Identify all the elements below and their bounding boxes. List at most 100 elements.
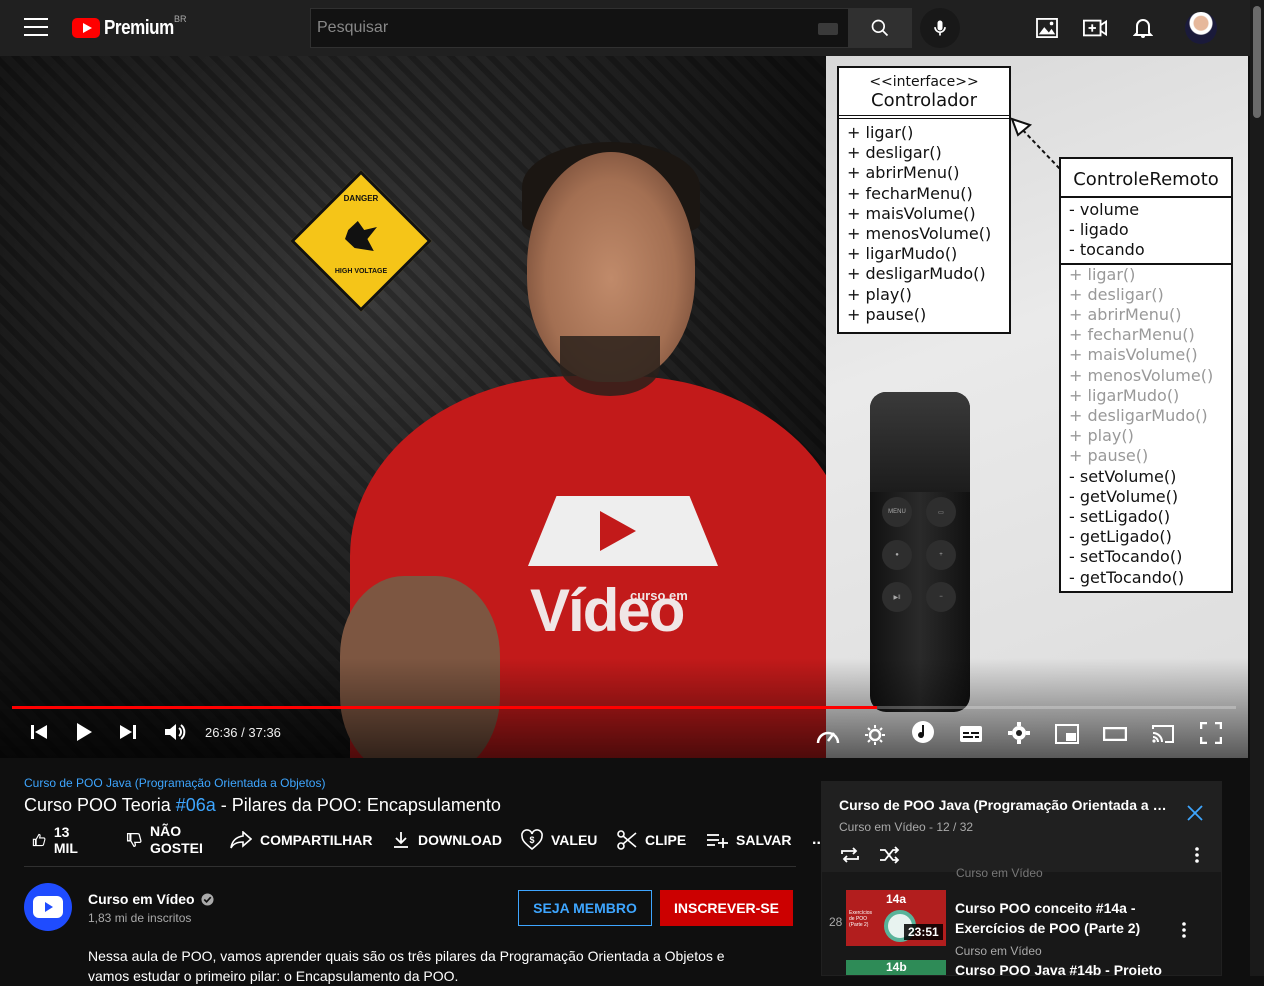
uml-class-methods: + ligar() + desligar() + abrirMenu() + fech… xyxy=(1061,265,1231,588)
playlist-panel: Curso de POO Java (Programação Orientada… xyxy=(821,781,1222,976)
uml-inherited-method: + desligarMudo() xyxy=(1069,406,1208,426)
uml-method: + maisVolume() xyxy=(847,203,976,223)
video-duration: 23:51 xyxy=(904,924,943,940)
volume-icon xyxy=(165,724,186,740)
theater-mode-button[interactable] xyxy=(1102,722,1128,746)
uml-inherited-method: + ligar() xyxy=(1069,264,1136,284)
uml-inherited-method: + ligarMudo() xyxy=(1069,385,1180,405)
cast-icon xyxy=(1152,725,1174,743)
theater-mode-icon xyxy=(1103,727,1127,741)
video-description[interactable]: Nessa aula de POO, vamos aprender quais … xyxy=(88,946,728,986)
dislike-button[interactable]: NÃO GOSTEI xyxy=(126,822,206,858)
playlist-item[interactable]: 28 14a Exercícios de POO (Parte 2) 23:51… xyxy=(822,890,1221,960)
loop-playlist-button[interactable] xyxy=(839,844,861,866)
shirt-brand-small-text: curso em xyxy=(630,588,688,603)
uml-class-box: ControleRemoto - volume - ligado - tocando… xyxy=(1059,157,1233,593)
remote-minus-icon: − xyxy=(926,582,956,612)
share-button[interactable]: COMPARTILHAR xyxy=(230,822,373,858)
previous-item-channel: Curso em Vídeo xyxy=(956,866,1043,880)
playlist-item-title: Curso POO Java #14b - Projeto xyxy=(955,962,1162,976)
uml-method: + ligarMudo() xyxy=(847,244,958,264)
download-icon xyxy=(394,832,408,848)
region-code: BR xyxy=(174,14,187,24)
remote-tv-icon: ▭ xyxy=(926,497,956,527)
sun-gear-icon xyxy=(865,725,885,745)
video-title: Curso POO Teoria #06a - Pilares da POO: … xyxy=(24,795,501,815)
hashtag-link[interactable]: #06a xyxy=(176,795,216,815)
uml-attribute: - ligado xyxy=(1069,220,1129,240)
playback-speed-button[interactable] xyxy=(814,723,842,747)
microphone-icon xyxy=(934,20,946,36)
menu-icon[interactable] xyxy=(24,18,48,38)
music-mode-button[interactable] xyxy=(910,720,936,744)
search-button[interactable] xyxy=(848,8,912,48)
progress-bar[interactable] xyxy=(12,706,1236,709)
playlist-panel-title[interactable]: Curso de POO Java (Programação Orientada… xyxy=(839,797,1169,813)
search-input[interactable] xyxy=(311,9,811,47)
miniplayer-icon xyxy=(1055,724,1079,744)
subtitles-button[interactable] xyxy=(958,722,984,746)
playlist-item-thumbnail: 14b xyxy=(846,960,946,975)
remote-plus-icon: + xyxy=(926,540,956,570)
playlist-item-thumbnail: 14a Exercícios de POO (Parte 2) 23:51 xyxy=(846,890,946,946)
uml-implements-arrow xyxy=(1010,117,1061,170)
playlist-menu-button[interactable] xyxy=(1186,844,1208,866)
keyboard-icon[interactable] xyxy=(818,23,838,35)
search-icon xyxy=(871,19,889,37)
clip-label: CLIPE xyxy=(645,832,687,848)
subscribe-button[interactable]: INSCREVER-SE xyxy=(660,890,793,926)
scrollbar-thumb[interactable] xyxy=(1253,6,1261,118)
presenter-beard xyxy=(560,336,660,396)
share-icon xyxy=(230,831,252,849)
share-label: COMPARTILHAR xyxy=(260,832,373,848)
clip-button[interactable]: CLIPE xyxy=(617,822,686,858)
playlist-item[interactable]: 14b Curso POO Java #14b - Projeto xyxy=(822,960,1221,976)
play-button[interactable] xyxy=(72,720,96,744)
create-video-icon[interactable] xyxy=(1083,16,1107,40)
miniplayer-button[interactable] xyxy=(1054,722,1080,746)
account-avatar[interactable] xyxy=(1185,12,1217,44)
shuffle-playlist-button[interactable] xyxy=(879,844,901,866)
danger-sign-bottom-text: HIGH VOLTAGE xyxy=(334,268,388,275)
ambient-mode-button[interactable] xyxy=(862,723,888,747)
divider xyxy=(24,866,796,867)
cast-button[interactable] xyxy=(1150,722,1176,746)
uml-method: + desligar() xyxy=(847,143,942,163)
thanks-button[interactable]: $ VALEU xyxy=(521,822,597,858)
youtube-premium-logo[interactable]: Premium xyxy=(72,16,186,40)
more-vertical-icon xyxy=(1195,847,1199,863)
remote-playpause-icon: ▶‖ xyxy=(882,582,912,612)
shuffle-icon xyxy=(880,846,900,864)
join-member-button[interactable]: SEJA MEMBRO xyxy=(518,890,652,926)
voice-search-button[interactable] xyxy=(920,8,960,48)
channel-name[interactable]: Curso em Vídeo xyxy=(88,891,215,907)
uml-method: - setLigado() xyxy=(1069,507,1171,527)
notifications-bell-icon[interactable] xyxy=(1131,16,1155,40)
volume-button[interactable] xyxy=(163,720,187,744)
close-playlist-button[interactable] xyxy=(1186,804,1206,824)
download-button[interactable]: DOWNLOAD xyxy=(392,822,502,858)
uml-interface-box: <<interface>> Controlador + ligar() + des… xyxy=(837,66,1011,334)
uml-inherited-method: + menosVolume() xyxy=(1069,365,1214,385)
time-display: 26:36 / 37:36 xyxy=(205,725,281,740)
uml-class-name: ControleRemoto xyxy=(1073,169,1219,190)
playlist-add-icon xyxy=(707,834,728,848)
page-scrollbar[interactable] xyxy=(1250,0,1264,976)
logo-text: Premium xyxy=(104,16,174,39)
playlist-link[interactable]: Curso de POO Java (Programação Orientada… xyxy=(24,776,325,790)
image-icon[interactable] xyxy=(1035,16,1059,40)
uml-method: + menosVolume() xyxy=(847,224,992,244)
channel-avatar[interactable] xyxy=(24,883,72,931)
save-button[interactable]: SALVAR xyxy=(706,822,791,858)
playlist-item-menu-button[interactable] xyxy=(1176,920,1192,940)
uml-inherited-method: + abrirMenu() xyxy=(1069,305,1182,325)
uml-method: - getLigado() xyxy=(1069,527,1172,547)
fullscreen-button[interactable] xyxy=(1198,721,1224,745)
save-label: SALVAR xyxy=(736,832,792,848)
settings-button[interactable] xyxy=(1006,721,1032,745)
uml-method: - getVolume() xyxy=(1069,486,1179,506)
previous-button[interactable] xyxy=(27,720,51,744)
like-button[interactable]: 13 MIL xyxy=(32,822,84,858)
next-button[interactable] xyxy=(116,720,140,744)
uml-attribute: - tocando xyxy=(1069,240,1145,260)
